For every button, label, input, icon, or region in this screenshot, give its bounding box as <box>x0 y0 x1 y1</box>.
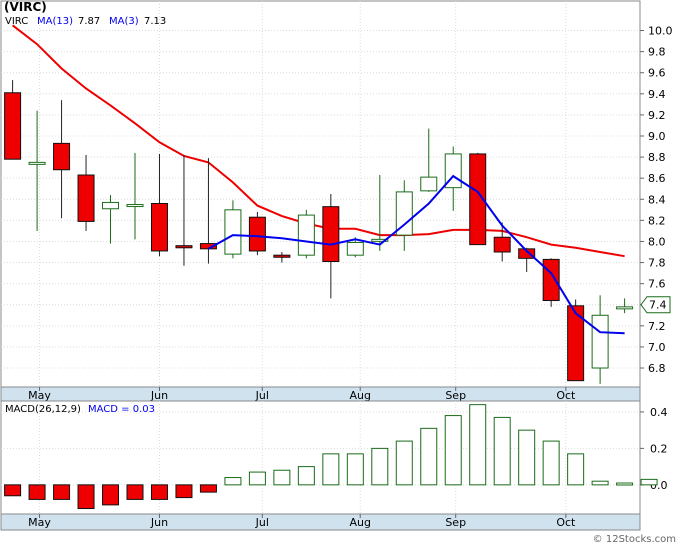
legend-ma3-label: MA(3) <box>109 16 139 27</box>
macd-bar-positive <box>542 440 560 486</box>
macd-legend-label: MACD(26,12,9) <box>5 404 81 415</box>
price-tick-label: 9.0 <box>648 130 666 143</box>
macd-bar-negative <box>102 484 120 506</box>
candle-body <box>273 254 291 258</box>
candle-body <box>616 306 634 310</box>
price-month-label: May <box>28 389 51 402</box>
macd-bar-positive <box>493 416 511 486</box>
macd-bar-negative <box>77 484 95 510</box>
candle-body <box>591 314 609 369</box>
candle-body <box>4 92 22 160</box>
legend-symbol: VIRC <box>5 16 28 27</box>
macd-bar-positive <box>224 477 242 486</box>
candle-body <box>224 209 242 255</box>
macd-month-label: Aug <box>349 516 370 529</box>
candle-body <box>248 216 266 252</box>
macd-bar-positive <box>371 447 389 486</box>
macd-bar-positive <box>395 440 413 486</box>
macd-month-label: Sep <box>445 516 466 529</box>
candle-body <box>28 161 46 165</box>
price-month-label: Oct <box>556 389 576 402</box>
macd-bar-negative <box>28 484 46 500</box>
candle-down <box>248 211 266 256</box>
price-tick-label: 8.0 <box>648 235 666 248</box>
price-panel: 10.0 9.8 9.6 9.4 9.2 9.0 8.8 8.6 8.4 8.2 8.0 7.8 7.6… <box>0 0 673 404</box>
price-tick-label: 10.0 <box>648 25 673 38</box>
price-month-label: Jun <box>150 389 168 402</box>
candle-body <box>150 202 168 252</box>
last-price-tag: 7.4 <box>640 296 671 314</box>
candle-body <box>493 236 511 253</box>
price-tick-label: 9.2 <box>648 109 666 122</box>
price-tick-label: 9.8 <box>648 46 666 59</box>
price-tick-label: 8.4 <box>648 193 666 206</box>
price-tick-label: 7.6 <box>648 278 666 291</box>
candle-body <box>297 214 315 256</box>
macd-bar-positive <box>297 466 315 486</box>
chart-svg: 10.0 9.8 9.6 9.4 9.2 9.0 8.8 8.6 8.4 8.2 8.0 7.8 7.6… <box>0 0 676 545</box>
legend-ma13-value: 7.87 <box>78 16 100 27</box>
macd-bar-negative <box>150 484 168 500</box>
macd-bar-positive <box>248 471 266 486</box>
macd-bar-negative <box>4 484 22 497</box>
macd-bar-positive <box>640 478 658 486</box>
macd-bar-negative <box>126 484 144 500</box>
price-tick-label: 7.8 <box>648 257 666 270</box>
macd-bar-positive <box>322 453 340 486</box>
macd-legend-value: MACD = 0.03 <box>88 404 155 415</box>
copyright-footer: © 12Stocks.com <box>593 534 676 545</box>
price-month-label: Sep <box>445 389 466 402</box>
price-tick-label: 6.8 <box>648 362 666 375</box>
macd-month-label: Jul <box>255 516 269 529</box>
price-tick-label: 8.8 <box>648 151 666 164</box>
macd-month-label: Jun <box>150 516 168 529</box>
candle-body <box>77 174 95 222</box>
macd-month-label: May <box>28 516 51 529</box>
macd-bar-positive <box>616 482 634 486</box>
price-tick-label: 8.2 <box>648 214 666 227</box>
macd-bar-positive <box>273 469 291 486</box>
macd-bar-negative <box>175 484 193 499</box>
candle-body <box>102 201 120 210</box>
price-tick-label: 7.0 <box>648 341 666 354</box>
macd-legend: MACD(26,12,9) MACD = 0.03 <box>5 404 155 415</box>
candle-up <box>297 209 315 259</box>
candle-body <box>322 206 340 262</box>
price-tick-label: 7.2 <box>648 320 666 333</box>
macd-tick-label: 0.2 <box>650 442 668 455</box>
macd-bar-positive <box>420 427 438 486</box>
macd-bar-positive <box>444 415 462 486</box>
macd-bar-positive <box>518 429 536 486</box>
macd-month-label: Oct <box>556 516 576 529</box>
price-month-label: Jul <box>255 389 269 402</box>
price-tick-label: 8.6 <box>648 172 666 185</box>
macd-bar-negative <box>53 484 71 500</box>
candle-body <box>420 176 438 192</box>
candle-body <box>126 204 144 208</box>
candle-body <box>346 242 364 256</box>
macd-axis-strip <box>0 513 641 531</box>
candle-body <box>175 245 193 249</box>
candle-body <box>53 142 71 171</box>
ticker-label: (VIRC) <box>4 0 47 14</box>
macd-bar-positive <box>346 453 364 486</box>
price-tick-label: 9.4 <box>648 88 666 101</box>
macd-tick-label: 0.4 <box>650 406 668 419</box>
price-y-axis: 10.0 9.8 9.6 9.4 9.2 9.0 8.8 8.6 8.4 8.2 8.0 7.8 7.6… <box>640 25 673 375</box>
legend-ma13-label: MA(13) <box>37 16 73 27</box>
macd-bar-positive <box>591 480 609 486</box>
macd-bar-positive <box>469 404 487 486</box>
stock-chart-panel: 10.0 9.8 9.6 9.4 9.2 9.0 8.8 8.6 8.4 8.2 8.0 7.8 7.6… <box>0 0 680 546</box>
macd-bar-positive <box>567 453 585 486</box>
price-tick-label: 9.6 <box>648 67 666 80</box>
price-month-label: Aug <box>349 389 370 402</box>
legend-ma3-value: 7.13 <box>144 16 166 27</box>
price-plot-area <box>0 0 641 388</box>
macd-bar-negative <box>199 484 217 493</box>
macd-panel: 0.40.20.0 May Jun Jul Aug Sep Oct MACD(26,12,… <box>0 400 668 531</box>
candle-body <box>542 258 560 302</box>
last-price-label: 7.4 <box>649 299 667 312</box>
